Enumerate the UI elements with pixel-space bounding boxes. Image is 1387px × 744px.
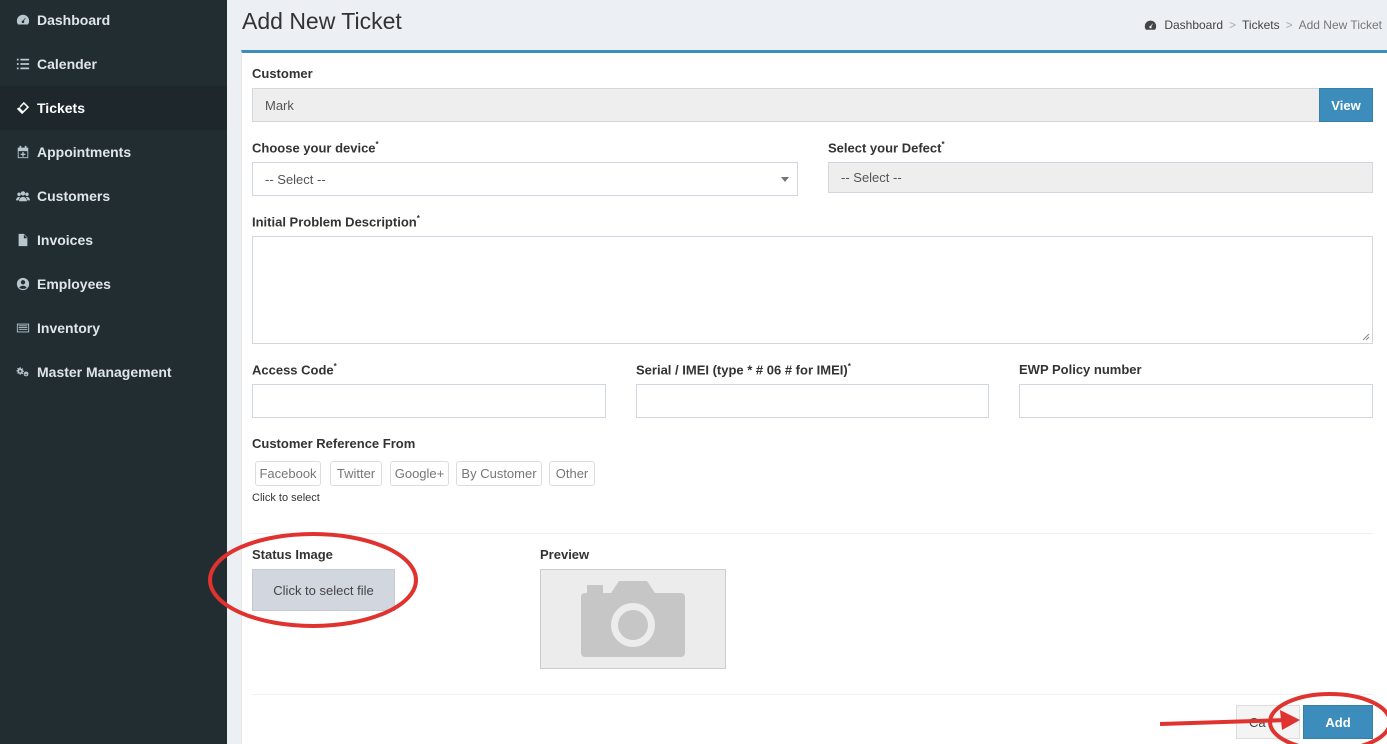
ewp-policy-input[interactable] <box>1019 384 1373 418</box>
defect-select-value: -- Select -- <box>841 170 902 185</box>
defect-select[interactable]: -- Select -- <box>828 162 1373 193</box>
ticket-icon <box>15 100 31 116</box>
image-preview <box>540 569 726 669</box>
sidebar-item-label: Appointments <box>37 144 132 160</box>
device-label: Choose your device* <box>252 140 379 156</box>
reference-option-facebook[interactable]: Facebook <box>255 461 321 486</box>
file-icon <box>15 232 31 248</box>
divider <box>252 694 1373 695</box>
inventory-icon <box>15 320 31 336</box>
sidebar-item-label: Dashboard <box>37 12 111 28</box>
divider <box>252 533 1373 534</box>
problem-description-label: Initial Problem Description* <box>252 214 420 230</box>
gears-icon <box>15 364 31 380</box>
sidebar-item-label: Tickets <box>37 100 85 116</box>
sidebar-item-invoices[interactable]: Invoices <box>0 218 227 262</box>
sidebar-item-customers[interactable]: Customers <box>0 174 227 218</box>
sidebar-item-label: Invoices <box>37 232 94 248</box>
breadcrumb-separator: > <box>1229 18 1237 32</box>
users-icon <box>15 188 31 204</box>
serial-imei-label: Serial / IMEI (type * # 06 # for IMEI)* <box>636 362 851 378</box>
customer-value: Mark <box>265 97 294 113</box>
calendar-plus-icon <box>15 144 31 160</box>
sidebar-item-label: Customers <box>37 188 111 204</box>
access-code-input[interactable] <box>252 384 606 418</box>
add-button[interactable]: Add <box>1303 705 1373 739</box>
select-file-button[interactable]: Click to select file <box>252 569 395 611</box>
view-customer-button[interactable]: View <box>1319 88 1373 122</box>
reference-option-by-customer[interactable]: By Customer <box>456 461 542 486</box>
breadcrumb-dashboard[interactable]: Dashboard <box>1164 18 1223 32</box>
breadcrumb: Dashboard > Tickets > Add New Ticket <box>1144 18 1382 32</box>
dashboard-icon <box>15 12 31 28</box>
sidebar-item-appointments[interactable]: Appointments <box>0 130 227 174</box>
customer-reference-label: Customer Reference From <box>252 436 416 451</box>
sidebar-item-label: Employees <box>37 276 111 292</box>
sidebar-item-employees[interactable]: Employees <box>0 262 227 306</box>
user-circle-icon <box>15 276 31 292</box>
breadcrumb-tickets[interactable]: Tickets <box>1242 18 1280 32</box>
breadcrumb-separator: > <box>1285 18 1293 32</box>
ewp-policy-label: EWP Policy number <box>1019 362 1142 377</box>
sidebar-item-label: Master Management <box>37 364 172 380</box>
sidebar-item-master-management[interactable]: Master Management <box>0 350 227 394</box>
customer-label: Customer <box>252 66 313 81</box>
breadcrumb-current: Add New Ticket <box>1298 18 1382 32</box>
dashboard-icon <box>1145 20 1157 30</box>
problem-description-textarea[interactable] <box>252 236 1373 344</box>
defect-label: Select your Defect* <box>828 140 945 156</box>
customer-field[interactable]: Mark <box>252 88 1320 122</box>
sidebar-item-label: Inventory <box>37 320 101 336</box>
list-icon <box>15 56 31 72</box>
camera-icon <box>581 581 685 657</box>
sidebar-item-dashboard[interactable]: Dashboard <box>0 0 227 42</box>
status-image-label: Status Image <box>252 547 333 562</box>
resize-handle-icon[interactable] <box>1362 333 1370 341</box>
sidebar-item-calender[interactable]: Calender <box>0 42 227 86</box>
sidebar: Dashboard Calender Tickets Appointments … <box>0 0 227 744</box>
chevron-down-icon <box>781 177 789 182</box>
reference-option-twitter[interactable]: Twitter <box>330 461 382 486</box>
page-title: Add New Ticket <box>242 8 402 34</box>
device-select-value: -- Select -- <box>265 171 326 187</box>
sidebar-item-label: Calender <box>37 56 97 72</box>
preview-label: Preview <box>540 547 590 562</box>
sidebar-item-tickets[interactable]: Tickets <box>0 86 227 130</box>
reference-option-google-plus[interactable]: Google+ <box>390 461 449 486</box>
sidebar-item-inventory[interactable]: Inventory <box>0 306 227 350</box>
access-code-label: Access Code* <box>252 362 337 378</box>
reference-option-other[interactable]: Other <box>549 461 595 486</box>
cancel-button[interactable]: Ca <box>1236 705 1300 739</box>
device-select[interactable]: -- Select -- <box>252 162 798 196</box>
reference-hint: Click to select <box>252 492 320 504</box>
serial-imei-input[interactable] <box>636 384 989 418</box>
